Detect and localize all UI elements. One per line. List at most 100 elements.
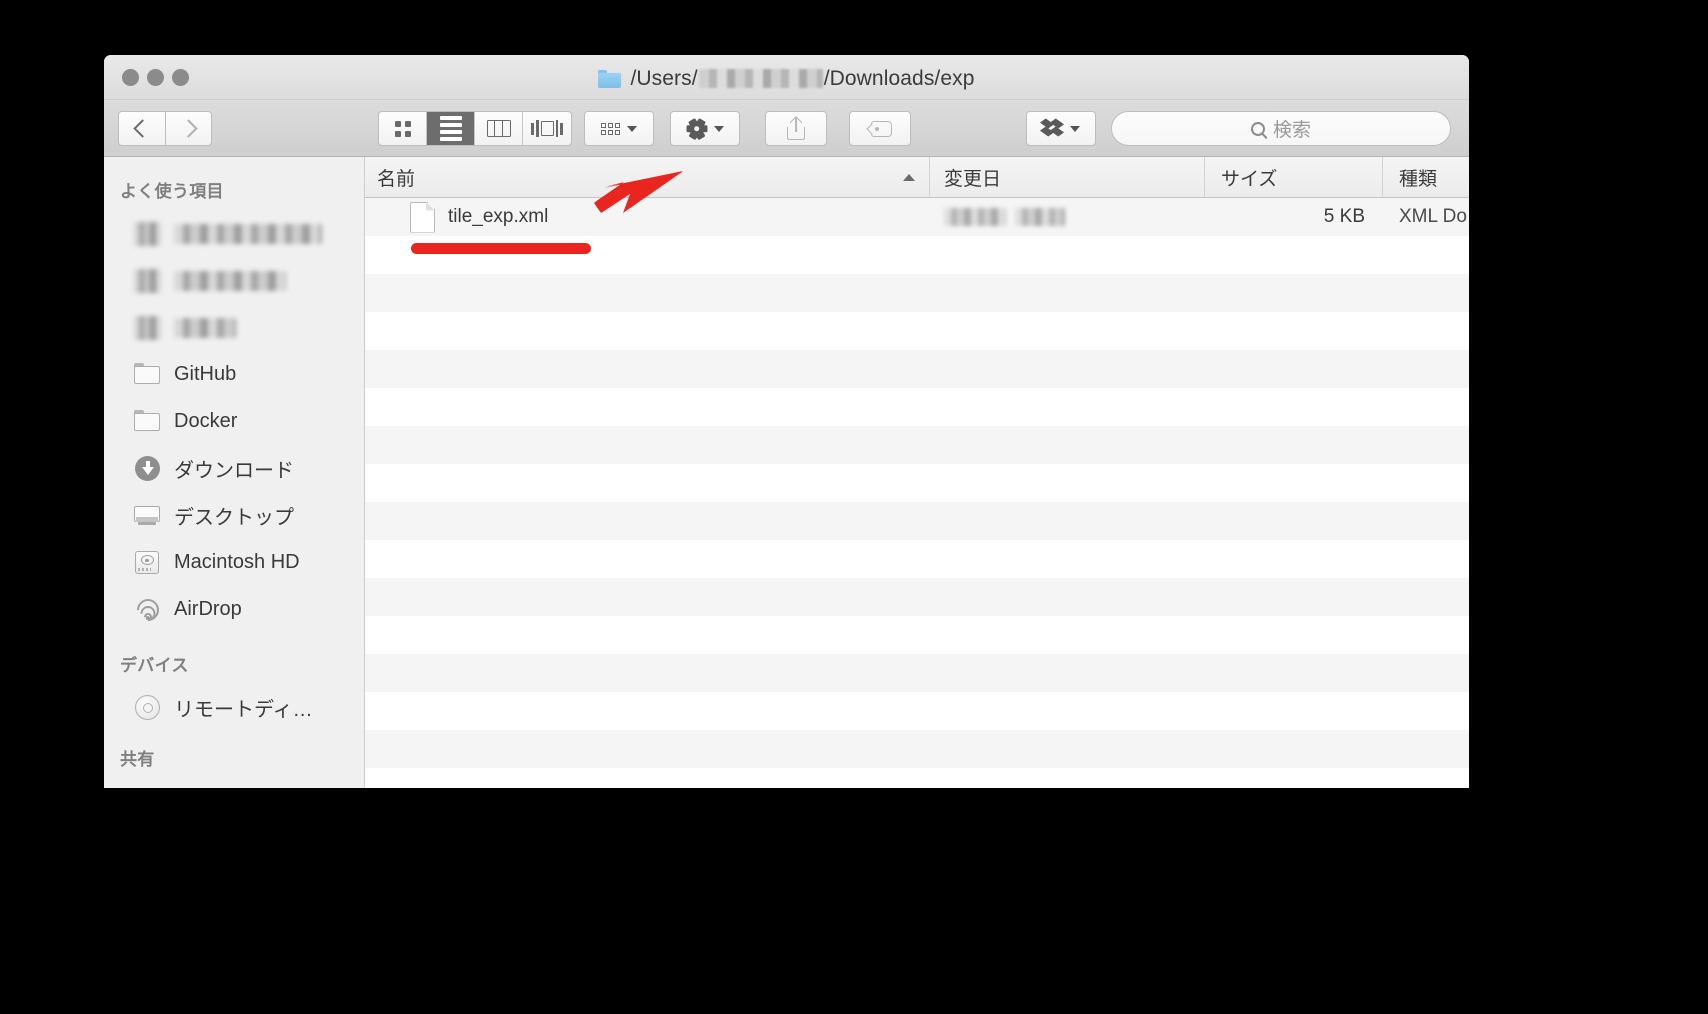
empty-row bbox=[365, 502, 1469, 540]
downloads-icon bbox=[134, 455, 161, 482]
screen-root: /Users/ /Downloads/exp 検索 よく使う項目 GitHub … bbox=[0, 0, 1708, 1014]
sidebar-item-desktop[interactable]: デスクトップ bbox=[104, 492, 364, 539]
column-view-button[interactable] bbox=[475, 112, 523, 145]
grid-icon bbox=[394, 120, 411, 137]
window-titlebar: /Users/ /Downloads/exp bbox=[104, 55, 1469, 100]
folder-icon bbox=[598, 69, 622, 88]
share-button[interactable] bbox=[765, 111, 827, 146]
sidebar-item-airdrop[interactable]: AirDrop bbox=[104, 586, 364, 633]
file-rows: tile_exp.xml 5 KB XML Do bbox=[365, 198, 1469, 788]
redacted-label bbox=[174, 270, 286, 291]
sidebar-item-redacted-3[interactable] bbox=[104, 304, 364, 351]
empty-row bbox=[365, 654, 1469, 692]
redacted-label bbox=[174, 223, 322, 244]
column-header-label: サイズ bbox=[1221, 168, 1278, 190]
column-header-kind[interactable]: 種類 bbox=[1383, 157, 1469, 197]
empty-row bbox=[365, 692, 1469, 730]
empty-row bbox=[365, 236, 1469, 274]
file-name-cell: tile_exp.xml bbox=[365, 201, 930, 233]
search-placeholder: 検索 bbox=[1272, 120, 1311, 141]
path-prefix: /Users/ bbox=[630, 67, 698, 90]
window-body: よく使う項目 GitHub Docker ダウンロード デスクトップ Macin… bbox=[104, 157, 1469, 788]
redacted-label bbox=[174, 317, 236, 338]
column-header-label: 種類 bbox=[1399, 168, 1438, 190]
chevron-down-icon bbox=[714, 125, 724, 132]
forward-chevron-icon bbox=[179, 119, 198, 138]
folder-icon bbox=[134, 408, 161, 435]
column-header-label: 変更日 bbox=[944, 168, 1002, 190]
action-menu-button[interactable] bbox=[670, 111, 740, 146]
coverflow-view-button[interactable] bbox=[523, 112, 571, 145]
back-button[interactable] bbox=[118, 111, 165, 146]
redacted-username bbox=[698, 69, 823, 88]
arrange-button[interactable] bbox=[584, 111, 654, 146]
empty-row bbox=[365, 730, 1469, 768]
file-list: 名前 変更日 サイズ 種類 tile_exp.xml 5 KB XML Do bbox=[365, 157, 1469, 788]
chevron-down-icon bbox=[1070, 125, 1080, 132]
empty-row bbox=[365, 274, 1469, 312]
xml-file-icon bbox=[410, 201, 435, 233]
airdrop-icon bbox=[131, 594, 164, 626]
column-header-date[interactable]: 変更日 bbox=[930, 157, 1205, 197]
table-row[interactable]: tile_exp.xml 5 KB XML Do bbox=[365, 198, 1469, 236]
empty-row bbox=[365, 312, 1469, 350]
sort-ascending-icon bbox=[903, 173, 915, 181]
sidebar-item-redacted-1[interactable] bbox=[104, 210, 364, 257]
column-header-label: 名前 bbox=[377, 168, 416, 190]
sidebar-section-shared-header: 共有 bbox=[120, 750, 155, 769]
back-chevron-icon bbox=[132, 119, 152, 138]
arrange-icon bbox=[601, 122, 620, 135]
gear-icon bbox=[686, 117, 707, 140]
dropbox-icon bbox=[1039, 118, 1065, 139]
redacted-icon bbox=[134, 221, 161, 246]
coverflow-icon bbox=[531, 120, 563, 137]
empty-row bbox=[365, 388, 1469, 426]
sidebar-item-macintosh-hd[interactable]: Macintosh HD bbox=[104, 539, 364, 586]
redacted-icon bbox=[134, 268, 161, 293]
sidebar-item-label: デスクトップ bbox=[174, 507, 294, 529]
sidebar-item-label: リモートディ… bbox=[174, 699, 313, 721]
sidebar-item-label: AirDrop bbox=[174, 598, 242, 620]
column-headers: 名前 変更日 サイズ 種類 bbox=[365, 157, 1469, 198]
sidebar-item-downloads[interactable]: ダウンロード bbox=[104, 445, 364, 492]
icon-view-button[interactable] bbox=[379, 112, 427, 145]
file-date-cell bbox=[930, 208, 1205, 226]
view-mode-segmented-control bbox=[378, 111, 572, 146]
finder-toolbar: 検索 bbox=[104, 100, 1469, 157]
sidebar-item-label: Docker bbox=[174, 410, 238, 432]
tag-icon bbox=[866, 120, 892, 137]
window-title: /Users/ /Downloads/exp bbox=[104, 66, 1469, 91]
empty-row bbox=[365, 350, 1469, 388]
finder-window: /Users/ /Downloads/exp 検索 よく使う項目 GitHub … bbox=[104, 55, 1469, 788]
column-header-size[interactable]: サイズ bbox=[1205, 157, 1383, 197]
search-icon bbox=[1250, 121, 1265, 136]
tag-button[interactable] bbox=[849, 111, 911, 146]
empty-row bbox=[365, 616, 1469, 654]
empty-row bbox=[365, 768, 1469, 788]
file-size-cell: 5 KB bbox=[1323, 206, 1365, 227]
dropbox-button[interactable] bbox=[1026, 111, 1096, 146]
column-header-name[interactable]: 名前 bbox=[365, 157, 930, 197]
redacted-icon bbox=[134, 315, 161, 340]
sidebar-item-docker[interactable]: Docker bbox=[104, 398, 364, 445]
path-suffix: /Downloads/exp bbox=[823, 67, 975, 90]
share-icon bbox=[787, 115, 805, 140]
disc-icon bbox=[134, 694, 161, 721]
empty-row bbox=[365, 578, 1469, 616]
chevron-down-icon bbox=[627, 125, 637, 132]
empty-row bbox=[365, 540, 1469, 578]
forward-button[interactable] bbox=[165, 111, 212, 146]
desktop-icon bbox=[134, 502, 161, 529]
sidebar-section-favorites-header: よく使う項目 bbox=[120, 182, 224, 201]
folder-icon bbox=[134, 361, 161, 388]
window-title-path: /Users/ /Downloads/exp bbox=[630, 66, 974, 91]
finder-sidebar: よく使う項目 GitHub Docker ダウンロード デスクトップ Macin… bbox=[104, 157, 365, 788]
list-view-button[interactable] bbox=[427, 112, 475, 145]
sidebar-item-github[interactable]: GitHub bbox=[104, 351, 364, 398]
sidebar-item-label: GitHub bbox=[174, 363, 237, 385]
list-icon bbox=[439, 116, 462, 141]
sidebar-item-redacted-2[interactable] bbox=[104, 257, 364, 304]
search-input[interactable]: 検索 bbox=[1111, 111, 1451, 146]
empty-row bbox=[365, 464, 1469, 502]
sidebar-item-remote-disc[interactable]: リモートディ… bbox=[104, 684, 364, 731]
